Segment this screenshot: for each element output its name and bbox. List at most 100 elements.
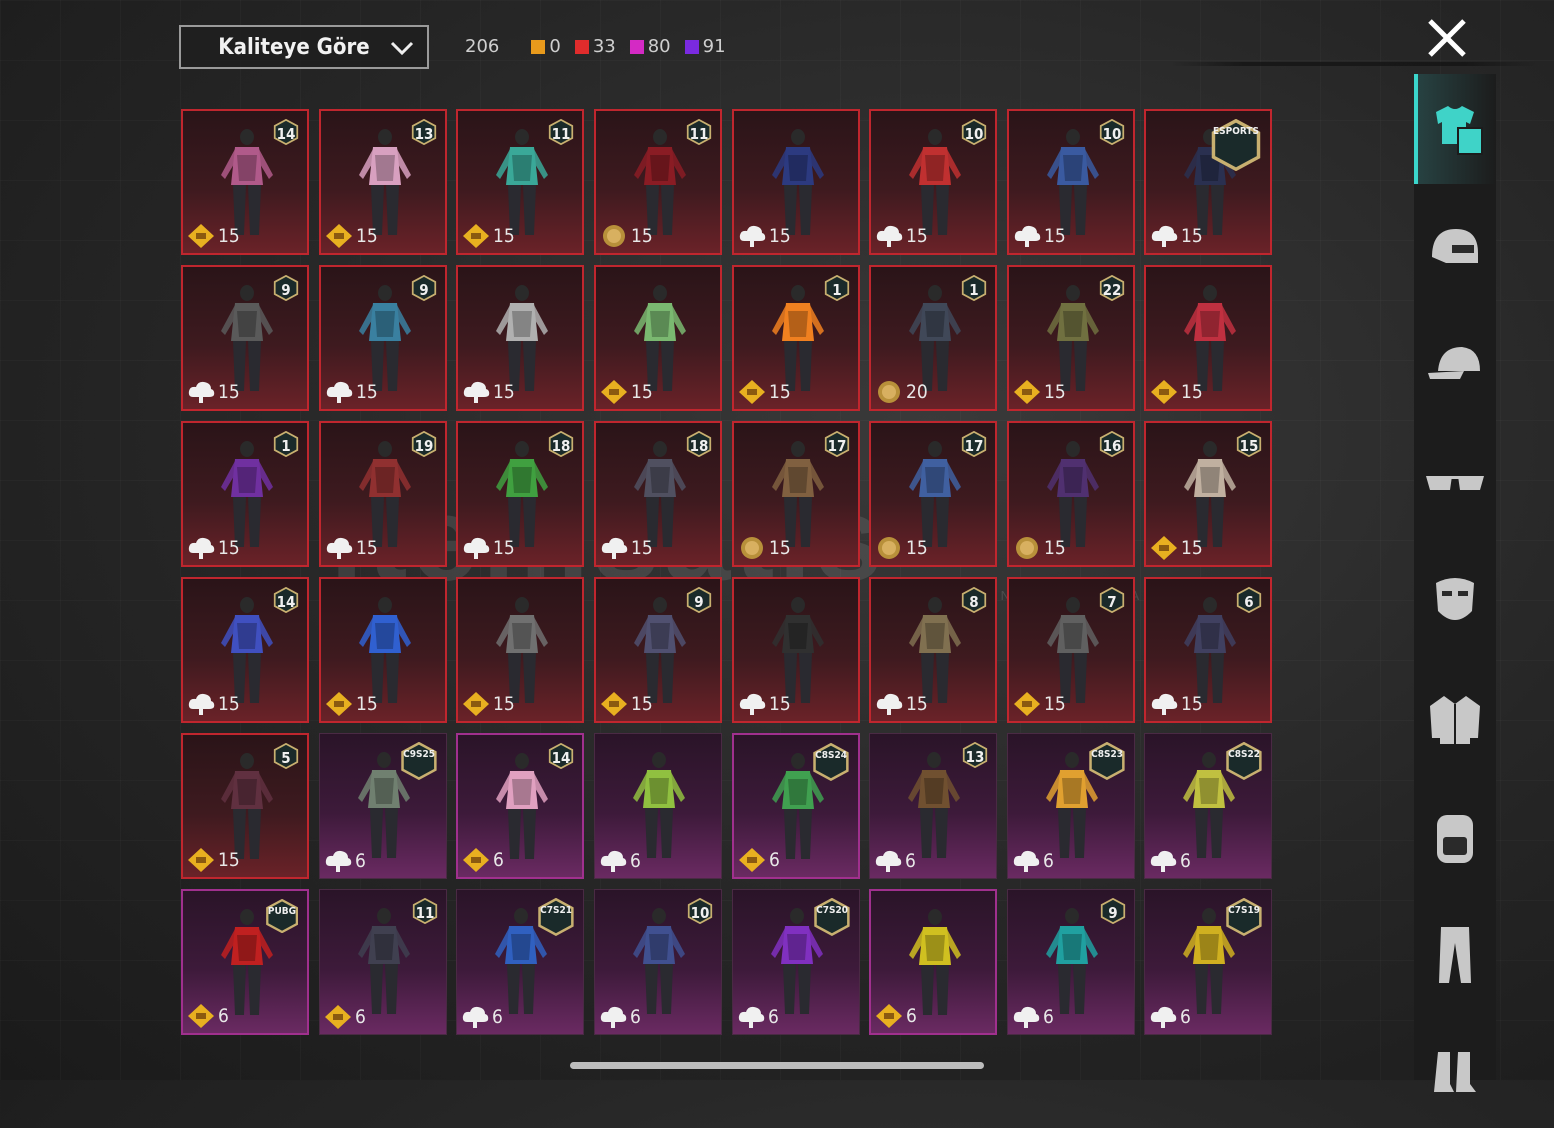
count-value: 0 <box>549 36 561 57</box>
outfit-card[interactable]: 9 15 <box>594 577 722 723</box>
outfit-card[interactable]: 10 6 <box>594 889 722 1035</box>
season-badge: 13 <box>411 119 437 149</box>
outfit-card[interactable]: 15 <box>732 577 860 723</box>
outfit-card[interactable]: PUBG 6 <box>181 889 309 1035</box>
outfit-card[interactable]: 6 <box>869 889 997 1035</box>
outfit-card[interactable]: ESPORTS 15 <box>1144 109 1272 255</box>
season-badge: C8S22 <box>1225 742 1263 780</box>
card-footer: 6 <box>875 1003 917 1029</box>
coin-icon <box>878 537 900 559</box>
close-icon[interactable] <box>1424 15 1470 61</box>
boots-icon[interactable] <box>1414 1018 1496 1128</box>
outfit-card[interactable]: C8S23 6 <box>1007 733 1135 879</box>
outfit-card[interactable]: 15 <box>594 265 722 411</box>
outfit-card[interactable]: C8S22 6 <box>1144 733 1272 879</box>
outfit-card[interactable]: 14 15 <box>181 577 309 723</box>
outfit-card[interactable]: 9 15 <box>181 265 309 411</box>
outfit-card[interactable]: 96 <box>1007 889 1135 1035</box>
gold-coupon-icon <box>739 848 765 872</box>
glasses-icon[interactable] <box>1414 428 1496 538</box>
outfit-card[interactable]: C9S25 6 <box>319 733 447 879</box>
card-footer: 15 <box>738 691 791 717</box>
outfit-card[interactable]: 11 15 <box>594 109 722 255</box>
outfit-card[interactable]: 1 15 <box>181 421 309 567</box>
season-badge: C8S23 <box>1088 742 1126 780</box>
outfit-card[interactable]: 15 15 <box>1144 421 1272 567</box>
season-badge: 10 <box>1099 119 1125 149</box>
outfit-card[interactable]: 13 15 <box>319 109 447 255</box>
home-indicator[interactable] <box>570 1062 984 1069</box>
outfit-card[interactable]: 15 <box>319 577 447 723</box>
outfit-card[interactable]: 15 <box>456 577 584 723</box>
swatch-pink <box>629 39 644 54</box>
cloud-upgrade-icon <box>462 1006 489 1028</box>
outfit-card[interactable]: 9 15 <box>319 265 447 411</box>
outfit-card[interactable]: 14 15 <box>181 109 309 255</box>
outfit-card[interactable]: 1 20 <box>869 265 997 411</box>
outfit-card[interactable]: C7S21 6 <box>456 889 584 1035</box>
outfit-card[interactable]: 13 6 <box>869 733 997 879</box>
card-footer: 15 <box>462 691 515 717</box>
badge-label: C8S24 <box>815 749 847 761</box>
badge-label: 13 <box>965 748 985 766</box>
jacket-icon[interactable] <box>1414 664 1496 774</box>
outfit-card[interactable]: 16 15 <box>1007 421 1135 567</box>
season-badge: 18 <box>686 431 712 461</box>
card-count: 6 <box>355 850 366 872</box>
card-count: 15 <box>493 381 515 403</box>
outfit-card[interactable]: 14 6 <box>456 733 584 879</box>
gold-coupon-icon <box>601 692 627 716</box>
outfit-card[interactable]: 8 15 <box>869 577 997 723</box>
badge-label: 11 <box>689 125 709 143</box>
outfit-card[interactable]: 18 15 <box>594 421 722 567</box>
outfit-card[interactable]: 7 15 <box>1007 577 1135 723</box>
outfit-icon[interactable] <box>1414 74 1496 184</box>
outfit-card[interactable]: 22 15 <box>1007 265 1135 411</box>
outfit-card[interactable]: 10 15 <box>869 109 997 255</box>
outfit-card[interactable]: 11 15 <box>456 109 584 255</box>
cloud-upgrade-icon <box>1014 225 1041 247</box>
cloud-upgrade-icon <box>738 1006 765 1028</box>
backpack-icon[interactable] <box>1414 782 1496 892</box>
badge-label: 17 <box>827 437 847 455</box>
badge-label: C7S21 <box>540 904 572 916</box>
outfit-card[interactable]: 10 15 <box>1007 109 1135 255</box>
mask-icon[interactable] <box>1414 546 1496 656</box>
season-badge: 22 <box>1099 275 1125 305</box>
outfit-card[interactable]: 1 15 <box>732 265 860 411</box>
outfit-card[interactable]: 17 15 <box>732 421 860 567</box>
card-count: 15 <box>356 693 378 715</box>
outfit-card[interactable]: 6 15 <box>1144 577 1272 723</box>
card-count: 15 <box>631 381 653 403</box>
outfit-card[interactable]: C8S24 6 <box>732 733 860 879</box>
cloud-upgrade-icon <box>1151 693 1178 715</box>
card-footer: 15 <box>462 535 515 561</box>
outfit-card[interactable]: C7S19 6 <box>1144 889 1272 1035</box>
outfit-card[interactable]: 15 <box>456 265 584 411</box>
outfit-card[interactable]: 19 15 <box>319 421 447 567</box>
helmet-icon[interactable] <box>1414 192 1496 302</box>
card-footer: 15 <box>1150 379 1203 405</box>
card-count: 15 <box>493 225 515 247</box>
outfit-card[interactable]: 15 <box>732 109 860 255</box>
outfit-card[interactable]: 15 <box>1144 265 1272 411</box>
card-footer: 15 <box>187 379 240 405</box>
outfit-card[interactable]: 5 15 <box>181 733 309 879</box>
outfit-card[interactable]: 17 15 <box>869 421 997 567</box>
sort-dropdown[interactable]: Kaliteye Göre <box>179 25 429 69</box>
outfit-card[interactable]: 6 <box>594 733 722 879</box>
card-footer: 20 <box>875 379 928 405</box>
gold-coupon-icon <box>188 1004 214 1028</box>
pants-icon[interactable] <box>1414 900 1496 1010</box>
outfit-card[interactable]: 11 6 <box>319 889 447 1035</box>
gold-coupon-icon <box>1014 380 1040 404</box>
badge-label: C7S19 <box>1228 904 1260 916</box>
season-badge: 9 <box>273 275 299 305</box>
card-footer: 15 <box>1013 223 1066 249</box>
outfit-card[interactable]: 18 15 <box>456 421 584 567</box>
outfit-card[interactable]: C7S20 6 <box>732 889 860 1035</box>
badge-label: 22 <box>1102 281 1122 299</box>
badge-label: 5 <box>281 749 291 767</box>
badge-label: C7S20 <box>816 904 848 916</box>
cap-icon[interactable] <box>1414 310 1496 420</box>
